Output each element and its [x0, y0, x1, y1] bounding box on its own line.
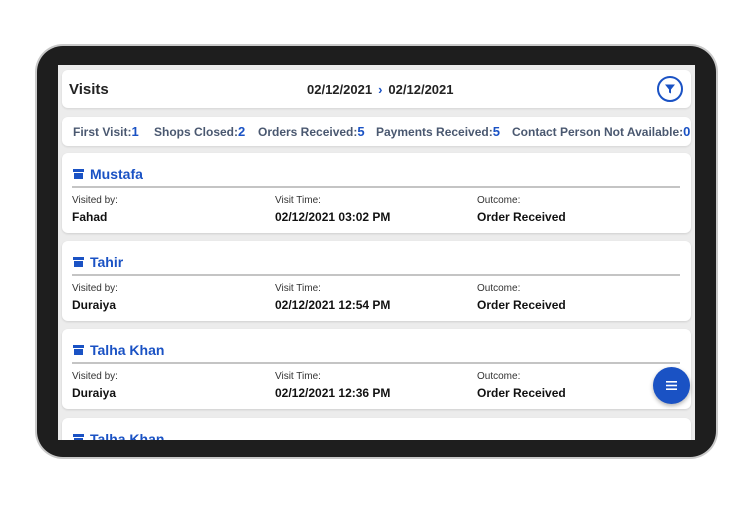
- visit-card[interactable]: Tahir Visited by: Duraiya Visit Time: 02…: [62, 241, 691, 321]
- visit-time-field: Visit Time: 02/12/2021 12:54 PM: [275, 283, 391, 312]
- app-screen: Visits 02/12/2021 › 02/12/2021 First Visit…: [58, 65, 695, 440]
- visited-by-field: Visited by: Fahad: [72, 195, 118, 224]
- visit-time-field: Visit Time: 02/12/2021 03:02 PM: [275, 195, 391, 224]
- stat-payments-received[interactable]: Payments Received:5: [376, 124, 500, 139]
- visit-card[interactable]: Talha Khan: [62, 418, 691, 440]
- visit-card[interactable]: Talha Khan Visited by: Duraiya Visit Tim…: [62, 329, 691, 409]
- store-icon: [73, 257, 84, 267]
- menu-fab-button[interactable]: [653, 367, 690, 404]
- outcome-field: Outcome: Order Received: [477, 371, 566, 400]
- menu-icon: [666, 381, 677, 390]
- chevron-right-icon: ›: [378, 82, 383, 97]
- visited-by-field: Visited by: Duraiya: [72, 283, 118, 312]
- date-range[interactable]: 02/12/2021 › 02/12/2021: [307, 82, 454, 97]
- divider: [72, 186, 680, 188]
- outcome-field: Outcome: Order Received: [477, 195, 566, 224]
- date-to: 02/12/2021: [388, 82, 454, 97]
- date-from: 02/12/2021: [307, 82, 373, 97]
- visited-by-field: Visited by: Duraiya: [72, 371, 118, 400]
- shop-name[interactable]: Talha Khan: [90, 342, 164, 358]
- visit-stats-bar: First Visit:1 Shops Closed:2 Orders Rece…: [62, 117, 691, 146]
- store-icon: [73, 169, 84, 179]
- stat-first-visit[interactable]: First Visit:1: [73, 124, 139, 139]
- store-icon: [73, 345, 84, 355]
- shop-name[interactable]: Mustafa: [90, 166, 143, 182]
- visit-time-field: Visit Time: 02/12/2021 12:36 PM: [275, 371, 391, 400]
- header-bar: Visits 02/12/2021 › 02/12/2021: [62, 70, 691, 108]
- shop-name[interactable]: Tahir: [90, 254, 123, 270]
- outcome-field: Outcome: Order Received: [477, 283, 566, 312]
- filter-icon: [665, 84, 675, 94]
- filter-button[interactable]: [657, 76, 683, 102]
- stat-shops-closed[interactable]: Shops Closed:2: [154, 124, 245, 139]
- divider: [72, 274, 680, 276]
- divider: [72, 362, 680, 364]
- store-icon: [73, 434, 84, 440]
- stat-contact-not-available[interactable]: Contact Person Not Available:0: [512, 124, 690, 139]
- stat-orders-received[interactable]: Orders Received:5: [258, 124, 365, 139]
- page-title: Visits: [69, 81, 109, 98]
- visit-card[interactable]: Mustafa Visited by: Fahad Visit Time: 02…: [62, 153, 691, 233]
- shop-name[interactable]: Talha Khan: [90, 431, 164, 440]
